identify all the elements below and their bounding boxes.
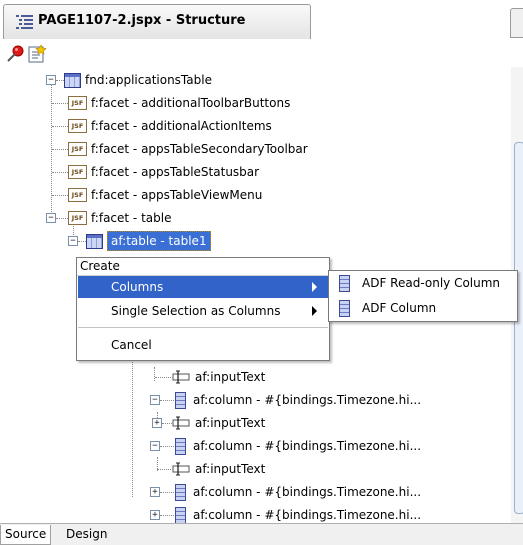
menu-item-columns[interactable]: Columns — [78, 276, 328, 298]
next-tab-edge[interactable] — [510, 8, 523, 38]
tree-node[interactable]: af:inputText — [0, 366, 500, 388]
expand-toggle-icon[interactable]: + — [150, 510, 160, 520]
tree-guide — [78, 241, 86, 242]
node-label: f:facet - appsTableViewMenu — [91, 188, 263, 202]
structure-tab[interactable]: PAGE1107-2.jspx - Structure — [3, 4, 311, 39]
input-text-icon — [172, 370, 190, 384]
tree-node[interactable]: + af:column - #{bindings.Timezone.hi... — [0, 504, 500, 523]
tree-node[interactable]: JSF f:facet - additionalToolbarButtons — [0, 92, 500, 114]
structure-toolbar — [0, 40, 523, 67]
node-label: f:facet - additionalActionItems — [91, 119, 272, 133]
jsf-icon: JSF — [68, 96, 87, 110]
context-menu: Create Columns Single Selection as Colum… — [76, 257, 330, 361]
node-label: f:facet - appsTableSecondaryToolbar — [91, 142, 308, 156]
tree-node[interactable]: JSF f:facet - appsTableStatusbar — [0, 161, 500, 183]
tree-guide — [160, 515, 174, 516]
tree-guide — [155, 377, 171, 378]
node-label: af:column - #{bindings.Timezone.hi... — [193, 439, 422, 453]
jsf-icon: JSF — [68, 142, 87, 156]
title-tab-bar: PAGE1107-2.jspx - Structure — [0, 0, 523, 40]
tree-guide — [162, 423, 172, 424]
node-label: af:inputText — [195, 462, 266, 476]
window-title: PAGE1107-2.jspx - Structure — [38, 13, 246, 28]
edit-properties-icon[interactable] — [27, 44, 47, 64]
tree-node[interactable]: − JSF f:facet - table — [0, 207, 500, 229]
expand-toggle-icon[interactable]: + — [152, 418, 162, 428]
menu-item-label: Cancel — [111, 338, 152, 352]
menu-item-label: Columns — [111, 280, 164, 294]
node-label: f:facet - appsTableStatusbar — [91, 165, 260, 179]
tree-node[interactable]: − af:column - #{bindings.Timezone.hi... — [0, 389, 500, 411]
submenu-item-adf-column[interactable]: ADF Column — [329, 296, 517, 321]
node-label: af:table - table1 — [107, 231, 211, 251]
tree-guide — [160, 492, 174, 493]
table-icon — [64, 73, 81, 88]
tree-guide — [52, 195, 68, 196]
structure-icon — [16, 15, 33, 29]
collapse-toggle-icon[interactable]: − — [150, 395, 160, 405]
tree-guide — [52, 103, 68, 104]
node-label: af:column - #{bindings.Timezone.hi... — [193, 393, 422, 407]
jsf-icon: JSF — [68, 119, 87, 133]
tree-guide — [52, 172, 68, 173]
menu-divider — [78, 327, 328, 328]
table-icon — [86, 234, 103, 249]
tree-node[interactable]: JSF f:facet - additionalActionItems — [0, 115, 500, 137]
node-label: fnd:applicationsTable — [85, 73, 212, 87]
column-icon — [339, 300, 350, 317]
tree-node[interactable]: − fnd:applicationsTable — [0, 69, 500, 91]
tree-guide — [56, 218, 68, 219]
tree-node[interactable]: JSF f:facet - appsTableSecondaryToolbar — [0, 138, 500, 160]
tree-guide — [52, 149, 68, 150]
column-icon — [175, 484, 186, 501]
tab-source[interactable]: Source — [0, 525, 52, 545]
menu-item-single-selection[interactable]: Single Selection as Columns — [78, 300, 328, 322]
column-icon — [175, 392, 186, 409]
jsf-icon: JSF — [68, 165, 87, 179]
tree-guide — [160, 446, 174, 447]
node-label: f:facet - additionalToolbarButtons — [91, 96, 291, 110]
expand-toggle-icon[interactable]: + — [150, 487, 160, 497]
tree-node[interactable]: JSF f:facet - appsTableViewMenu — [0, 184, 500, 206]
editor-tab-bar: Source Design — [0, 523, 523, 545]
tree-node[interactable]: af:inputText — [0, 458, 500, 480]
jsf-icon: JSF — [68, 188, 87, 202]
tree-guide — [56, 80, 64, 81]
node-label: af:inputText — [195, 416, 266, 430]
jsf-icon: JSF — [68, 211, 87, 225]
collapse-toggle-icon[interactable]: − — [68, 236, 78, 246]
collapse-toggle-icon[interactable]: − — [46, 213, 56, 223]
input-text-icon — [172, 462, 190, 476]
tree-node[interactable]: + af:column - #{bindings.Timezone.hi... — [0, 481, 500, 503]
tree-node[interactable]: − af:column - #{bindings.Timezone.hi... — [0, 435, 500, 457]
pin-icon[interactable] — [6, 44, 26, 64]
menu-item-cancel[interactable]: Cancel — [78, 334, 328, 356]
node-label: af:inputText — [195, 370, 266, 384]
menu-item-label: Single Selection as Columns — [111, 304, 281, 318]
submenu-arrow-icon — [312, 306, 317, 316]
submenu-item-label: ADF Column — [362, 301, 437, 315]
node-label: af:column - #{bindings.Timezone.hi... — [193, 508, 422, 522]
submenu-item-label: ADF Read-only Column — [362, 276, 501, 290]
column-icon — [175, 507, 186, 523]
column-icon — [175, 438, 186, 455]
tab-design[interactable]: Design — [62, 525, 111, 544]
node-label: f:facet - table — [91, 211, 172, 225]
tree-node[interactable]: + af:inputText — [0, 412, 500, 434]
tree-guide — [52, 126, 68, 127]
submenu-arrow-icon — [312, 282, 317, 292]
columns-submenu: ADF Read-only Column ADF Column — [328, 270, 518, 322]
submenu-item-readonly-column[interactable]: ADF Read-only Column — [329, 271, 517, 296]
collapse-toggle-icon[interactable]: − — [46, 75, 56, 85]
tree-guide — [157, 469, 171, 470]
input-text-icon — [172, 416, 190, 430]
tree-node-selected[interactable]: − af:table - table1 — [0, 230, 500, 252]
collapse-toggle-icon[interactable]: − — [150, 441, 160, 451]
menu-header: Create — [80, 259, 120, 273]
column-icon — [339, 275, 350, 292]
tree-guide — [160, 400, 174, 401]
node-label: af:column - #{bindings.Timezone.hi... — [193, 485, 422, 499]
scrollbar-thumb[interactable] — [514, 142, 523, 514]
